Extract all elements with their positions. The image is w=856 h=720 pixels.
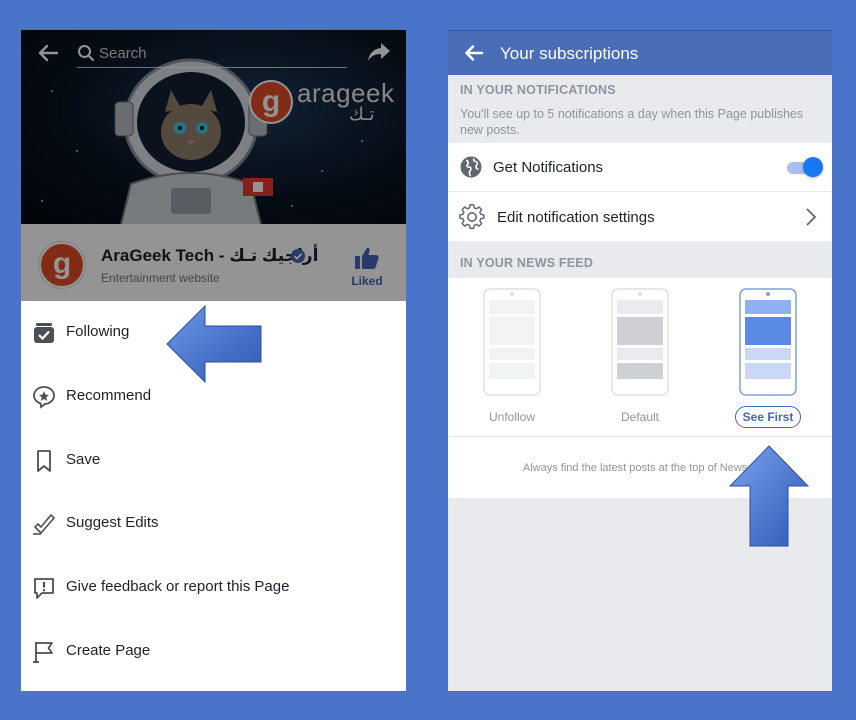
notifications-card: Get Notifications Edit notification sett… bbox=[448, 143, 832, 241]
feed-option-label: Unfollow bbox=[488, 410, 536, 424]
arageek-logo-mark: g bbox=[249, 80, 293, 124]
globe-icon bbox=[460, 156, 482, 178]
edit-notification-settings-row[interactable]: Edit notification settings bbox=[448, 192, 832, 241]
feed-option-unfollow[interactable]: Unfollow bbox=[452, 288, 572, 428]
page-category: Entertainment website bbox=[101, 271, 220, 285]
arageek-logo: g arageek تـك bbox=[249, 78, 399, 124]
news-feed-section-label: IN YOUR NEWS FEED bbox=[460, 256, 594, 270]
subscriptions-header: Your subscriptions bbox=[448, 30, 832, 75]
search-bar[interactable] bbox=[77, 40, 347, 68]
menu-item-save[interactable]: Save bbox=[21, 429, 406, 493]
menu-item-create-page[interactable]: Create Page bbox=[21, 620, 406, 684]
bookmark-icon bbox=[37, 449, 51, 472]
feed-option-label: Default bbox=[620, 410, 660, 424]
flag-icon bbox=[33, 641, 53, 663]
menu-item-label: Save bbox=[66, 450, 101, 468]
gear-icon bbox=[459, 204, 485, 230]
page-title: Your subscriptions bbox=[500, 44, 639, 63]
back-arrow-icon[interactable] bbox=[37, 42, 59, 64]
menu-item-suggest-edits[interactable]: Suggest Edits bbox=[21, 492, 406, 556]
arageek-logo-text: arageek bbox=[297, 78, 395, 108]
recommend-star-icon bbox=[33, 385, 55, 409]
phone-default-icon bbox=[611, 288, 669, 396]
feed-option-default[interactable]: Default bbox=[580, 288, 700, 428]
feed-option-see-first[interactable]: See First bbox=[708, 288, 828, 428]
subscriptions-screen: Your subscriptions IN YOUR NOTIFICATIONS… bbox=[448, 30, 832, 691]
get-notifications-label: Get Notifications bbox=[493, 159, 604, 176]
arageek-logo-arabic: تـك bbox=[349, 104, 375, 124]
back-arrow-icon[interactable] bbox=[464, 43, 484, 63]
phone-unfollow-icon bbox=[483, 288, 541, 396]
search-input[interactable] bbox=[99, 42, 339, 64]
pointer-arrow-up-icon bbox=[728, 445, 810, 547]
see-first-badge: See First bbox=[734, 406, 802, 428]
menu-item-give-feedback[interactable]: Give feedback or report this Page bbox=[21, 556, 406, 620]
menu-item-label: Suggest Edits bbox=[66, 514, 159, 532]
toggle-knob bbox=[803, 157, 823, 177]
feedback-alert-icon bbox=[34, 578, 54, 600]
notifications-section-label: IN YOUR NOTIFICATIONS bbox=[460, 83, 616, 97]
get-notifications-row[interactable]: Get Notifications bbox=[448, 143, 832, 192]
pointer-arrow-left-icon bbox=[166, 304, 262, 384]
page-header: g AraGeek Tech - أراجيك تـك Entertainmen… bbox=[21, 224, 406, 301]
astronaut-cat-illustration bbox=[114, 58, 273, 224]
menu-item-label: Following bbox=[66, 323, 130, 340]
page-name[interactable]: AraGeek Tech - أراجيك تـك bbox=[101, 246, 318, 266]
menu-item-label: Create Page bbox=[66, 641, 151, 659]
notifications-description: You'll see up to 5 notifications a day w… bbox=[460, 107, 804, 137]
edit-notification-settings-label: Edit notification settings bbox=[497, 209, 655, 226]
phone-see-first-icon bbox=[739, 288, 797, 396]
page-avatar[interactable]: g bbox=[39, 242, 85, 288]
top-bar bbox=[21, 30, 406, 76]
menu-item-label: Give feedback or report this Page bbox=[66, 578, 290, 596]
share-icon[interactable] bbox=[367, 41, 391, 63]
pencil-icon bbox=[33, 514, 55, 536]
search-icon bbox=[78, 45, 94, 61]
following-check-icon bbox=[34, 323, 54, 343]
divider bbox=[448, 436, 832, 437]
chevron-right-icon bbox=[806, 208, 817, 226]
menu-item-label: Recommend bbox=[66, 386, 152, 404]
thumbs-up-icon bbox=[355, 247, 379, 269]
notifications-toggle[interactable] bbox=[787, 157, 823, 177]
liked-label: Liked bbox=[351, 274, 383, 288]
liked-button[interactable]: Liked bbox=[347, 246, 387, 290]
verified-badge-icon bbox=[291, 249, 305, 263]
